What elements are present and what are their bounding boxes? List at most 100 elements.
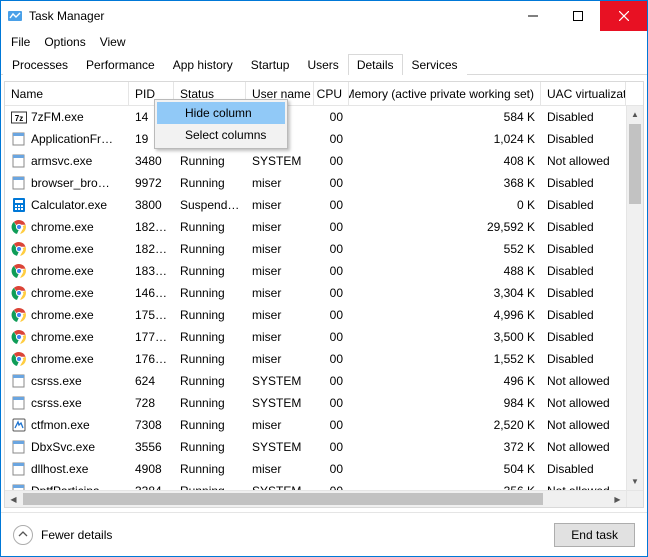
cell-status: Suspended [174,198,246,212]
scroll-down-icon[interactable]: ▼ [627,473,643,490]
details-panel: Name PID Status User name CPU Memory (ac… [1,75,647,508]
cell-user: miser [246,242,314,256]
header-memory[interactable]: Memory (active private working set) [349,82,541,105]
cell-user: miser [246,308,314,322]
cell-user: miser [246,330,314,344]
cell-name: csrss.exe [5,373,129,389]
table-row[interactable]: 7z7zFM.exe1400584 KDisabled [5,106,643,128]
cell-uac: Not allowed [541,374,626,388]
scroll-thumb[interactable] [629,124,641,204]
tab-performance[interactable]: Performance [77,54,164,75]
table-row[interactable]: csrss.exe728RunningSYSTEM00984 KNot allo… [5,392,643,414]
cell-pid: 9972 [129,176,174,190]
cell-user: miser [246,286,314,300]
cell-cpu: 00 [314,110,349,124]
cell-pid: 624 [129,374,174,388]
cell-cpu: 00 [314,154,349,168]
cell-uac: Not allowed [541,418,626,432]
cell-pid: 17576 [129,308,174,322]
table-row[interactable]: DbxSvc.exe3556RunningSYSTEM00372 KNot al… [5,436,643,458]
table-row[interactable]: chrome.exe17576Runningmiser004,996 KDisa… [5,304,643,326]
cell-name: chrome.exe [5,307,129,323]
horizontal-scrollbar[interactable]: ◀ ▶ [5,490,626,507]
table-row[interactable]: chrome.exe17756Runningmiser003,500 KDisa… [5,326,643,348]
scroll-right-icon[interactable]: ▶ [609,491,626,507]
cell-status: Running [174,440,246,454]
cell-user: miser [246,418,314,432]
table-row[interactable]: chrome.exe18220Runningmiser0029,592 KDis… [5,216,643,238]
tab-processes[interactable]: Processes [3,54,77,75]
minimize-button[interactable] [510,1,555,31]
table-row[interactable]: dllhost.exe4908Runningmiser00504 KDisabl… [5,458,643,480]
cell-memory: 552 K [349,242,541,256]
cell-user: miser [246,198,314,212]
cell-memory: 408 K [349,154,541,168]
vertical-scrollbar[interactable]: ▲ ▼ [626,106,643,490]
maximize-button[interactable] [555,1,600,31]
tab-app-history[interactable]: App history [164,54,242,75]
cell-memory: 488 K [349,264,541,278]
menu-options[interactable]: Options [38,33,91,51]
table-row[interactable]: chrome.exe14636Runningmiser003,304 KDisa… [5,282,643,304]
tab-users[interactable]: Users [298,54,347,75]
cell-memory: 4,996 K [349,308,541,322]
process-icon [11,307,27,323]
process-icon [11,153,27,169]
table-row[interactable]: ctfmon.exe7308Runningmiser002,520 KNot a… [5,414,643,436]
cell-user: SYSTEM [246,374,314,388]
process-icon [11,395,27,411]
table-row[interactable]: ApplicationFr…19001,024 KDisabled [5,128,643,150]
cell-name: chrome.exe [5,219,129,235]
cell-memory: 368 K [349,176,541,190]
table-row[interactable]: csrss.exe624RunningSYSTEM00496 KNot allo… [5,370,643,392]
table-row[interactable]: Calculator.exe3800Suspendedmiser000 KDis… [5,194,643,216]
cell-memory: 372 K [349,440,541,454]
cell-status: Running [174,418,246,432]
table-row[interactable]: browser_bro…9972Runningmiser00368 KDisab… [5,172,643,194]
table-row[interactable]: chrome.exe17668Runningmiser001,552 KDisa… [5,348,643,370]
cell-uac: Not allowed [541,440,626,454]
tab-details[interactable]: Details [348,54,403,75]
cell-memory: 2,520 K [349,418,541,432]
scroll-left-icon[interactable]: ◀ [5,491,22,507]
ctx-hide-column[interactable]: Hide column [157,102,285,124]
cell-uac: Disabled [541,242,626,256]
cell-memory: 3,500 K [349,330,541,344]
menu-view[interactable]: View [94,33,132,51]
ctx-select-columns[interactable]: Select columns [157,124,285,146]
titlebar[interactable]: Task Manager [1,1,647,31]
cell-cpu: 00 [314,330,349,344]
cell-status: Running [174,176,246,190]
column-context-menu: Hide column Select columns [154,99,288,149]
process-icon [11,219,27,235]
cell-name: chrome.exe [5,241,129,257]
table-row[interactable]: chrome.exe18248Runningmiser00552 KDisabl… [5,238,643,260]
cell-uac: Disabled [541,198,626,212]
tab-startup[interactable]: Startup [242,54,299,75]
cell-status: Running [174,330,246,344]
table-row[interactable]: armsvc.exe3480RunningSYSTEM00408 KNot al… [5,150,643,172]
fewer-details-button[interactable]: Fewer details [13,525,112,545]
cell-cpu: 00 [314,352,349,366]
cell-name: ctfmon.exe [5,417,129,433]
header-name[interactable]: Name [5,82,129,105]
menu-file[interactable]: File [5,33,36,51]
cell-status: Running [174,286,246,300]
table-row[interactable]: chrome.exe18316Runningmiser00488 KDisabl… [5,260,643,282]
cell-status: Running [174,264,246,278]
header-uac[interactable]: UAC virtualization [541,82,626,105]
close-button[interactable] [600,1,647,31]
cell-status: Running [174,462,246,476]
cell-cpu: 00 [314,374,349,388]
cell-user: miser [246,220,314,234]
hscroll-thumb[interactable] [23,493,543,505]
cell-status: Running [174,242,246,256]
scroll-up-icon[interactable]: ▲ [627,106,643,123]
tab-services[interactable]: Services [403,54,467,75]
header-cpu[interactable]: CPU [314,82,349,105]
cell-memory: 984 K [349,396,541,410]
cell-name: chrome.exe [5,285,129,301]
end-task-button[interactable]: End task [554,523,635,547]
cell-status: Running [174,352,246,366]
cell-memory: 3,304 K [349,286,541,300]
